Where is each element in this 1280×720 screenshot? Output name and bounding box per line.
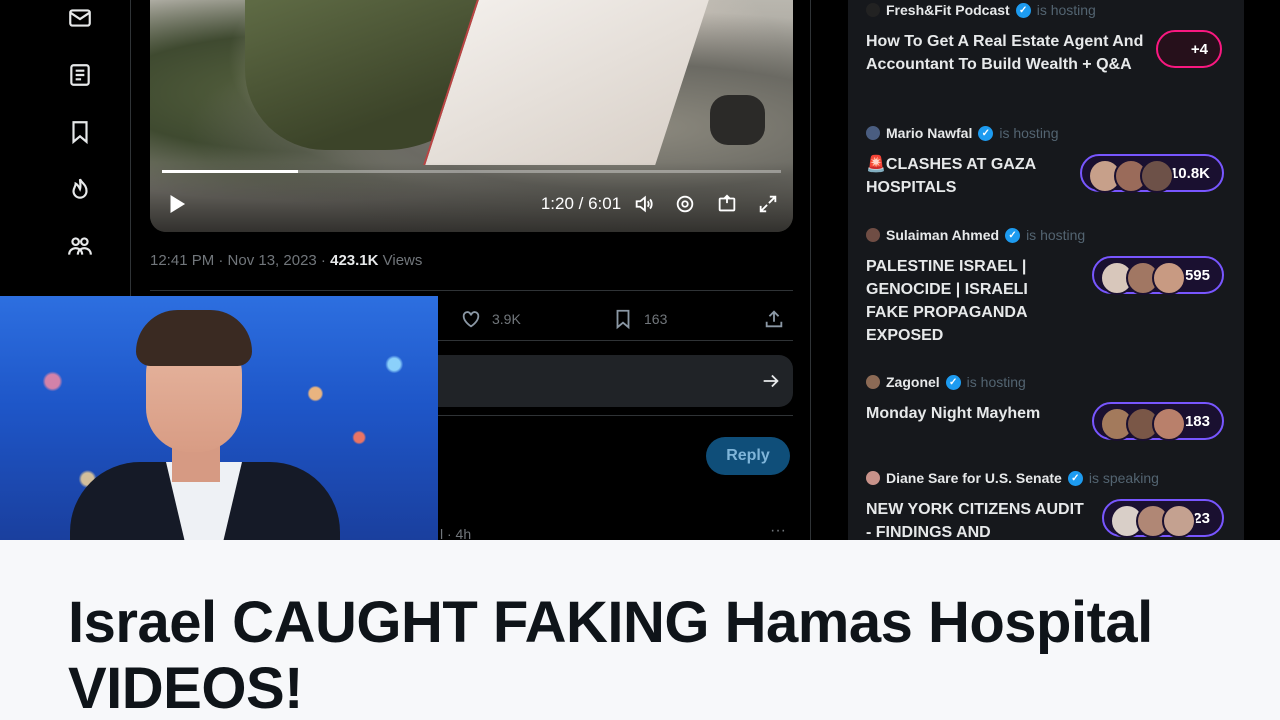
composer-divider <box>420 415 793 416</box>
verified-icon: ✓ <box>1005 227 1021 243</box>
space-listeners-pill[interactable]: +183 <box>1092 402 1224 441</box>
listener-avatars <box>1100 407 1186 441</box>
settings-icon[interactable] <box>671 190 699 218</box>
space-role: is hosting <box>966 374 1026 390</box>
messages-icon[interactable] <box>64 2 96 34</box>
host-avatar <box>866 228 880 242</box>
verified-icon: ✓ <box>1015 2 1031 18</box>
video-progress-fill <box>162 170 299 173</box>
communities-icon[interactable] <box>64 230 96 262</box>
space-host[interactable]: Diane Sare for U.S. Senate <box>886 470 1062 486</box>
space-host-line: Zagonel ✓ is hosting <box>866 374 1026 390</box>
bookmark-icon <box>616 309 630 330</box>
caption-bar: Israel CAUGHT FAKING Hamas Hospital VIDE… <box>0 540 1280 720</box>
space-role: is hosting <box>1036 2 1096 18</box>
space-role: is hosting <box>1026 227 1086 243</box>
more-options-icon[interactable]: ··· <box>770 522 786 540</box>
space-listeners: +4 <box>1190 40 1208 58</box>
presenter-hair <box>136 310 252 366</box>
space-listeners-pill[interactable]: +23 <box>1102 499 1224 538</box>
tweet-views-count: 423.1K <box>330 252 379 269</box>
verified-icon: ✓ <box>1067 470 1083 486</box>
video-frame-glove <box>710 95 765 145</box>
space-host[interactable]: Zagonel <box>886 374 940 390</box>
host-avatar <box>866 126 880 140</box>
pip-icon[interactable] <box>713 190 741 218</box>
lists-icon[interactable] <box>64 59 96 91</box>
bookmark-count: 163 <box>644 311 668 327</box>
spaces-panel: Fresh&Fit Podcast ✓ is hosting How To Ge… <box>848 0 1244 541</box>
column-divider <box>810 0 811 540</box>
like-count: 3.9K <box>492 311 521 327</box>
space-title[interactable]: How To Get A Real Estate Agent And Accou… <box>866 30 1146 76</box>
space-title[interactable]: 🚨CLASHES AT GAZA HOSPITALS <box>866 153 1066 199</box>
space-host[interactable]: Sulaiman Ahmed <box>886 227 999 243</box>
space-title[interactable]: Monday Night Mayhem <box>866 402 1086 425</box>
share-icon <box>765 310 783 328</box>
space-host[interactable]: Fresh&Fit Podcast <box>886 2 1010 18</box>
play-icon[interactable] <box>162 190 190 218</box>
like-button[interactable]: 3.9K <box>460 306 521 332</box>
space-title[interactable]: NEW YORK CITIZENS AUDIT - FINDINGS AND <box>866 498 1086 544</box>
space-host[interactable]: Mario Nawfal <box>886 125 972 141</box>
space-host-line: Diane Sare for U.S. Senate ✓ is speaking <box>866 470 1159 486</box>
space-title[interactable]: PALESTINE ISRAEL | GENOCIDE | ISRAELI FA… <box>866 255 1066 347</box>
send-icon[interactable] <box>760 370 782 392</box>
bookmark-button[interactable]: 163 <box>612 306 667 332</box>
fullscreen-icon[interactable] <box>754 190 782 218</box>
volume-icon[interactable] <box>630 190 658 218</box>
meta-divider <box>150 290 793 291</box>
space-role: is speaking <box>1088 470 1159 486</box>
listener-avatars <box>1110 504 1196 538</box>
topics-icon[interactable] <box>64 173 96 205</box>
space-listeners-pill[interactable]: +10.8K <box>1080 154 1224 193</box>
like-icon <box>462 311 480 328</box>
verified-icon: ✓ <box>945 374 961 390</box>
host-avatar <box>866 471 880 485</box>
share-button[interactable] <box>763 306 785 332</box>
listener-avatars <box>1100 261 1186 295</box>
reply-input[interactable] <box>420 355 793 407</box>
caption-title: Israel CAUGHT FAKING Hamas Hospital VIDE… <box>68 590 1153 720</box>
video-time: 1:20 / 6:01 <box>540 194 622 213</box>
tweet-views-label: Views <box>378 252 423 269</box>
video-player[interactable]: 1:20 / 6:01 <box>150 0 793 232</box>
verified-icon: ✓ <box>978 125 994 141</box>
tweet-meta: 12:41 PM · Nov 13, 2023 · 423.1K Views <box>150 252 422 269</box>
host-avatar <box>866 3 880 17</box>
space-listeners-pill[interactable]: +595 <box>1092 256 1224 295</box>
listener-avatars <box>1088 159 1174 193</box>
space-host-line: Sulaiman Ahmed ✓ is hosting <box>866 227 1085 243</box>
space-host-line: Mario Nawfal ✓ is hosting <box>866 125 1059 141</box>
bookmarks-icon[interactable] <box>64 116 96 148</box>
space-role: is hosting <box>999 125 1059 141</box>
space-listeners-pill[interactable]: +4 <box>1156 30 1222 68</box>
reply-button[interactable]: Reply <box>706 437 790 475</box>
space-host-line: Fresh&Fit Podcast ✓ is hosting <box>866 2 1096 18</box>
host-avatar <box>866 375 880 389</box>
webcam-overlay <box>0 296 438 540</box>
tweet-timestamp[interactable]: 12:41 PM · Nov 13, 2023 · <box>150 252 330 269</box>
